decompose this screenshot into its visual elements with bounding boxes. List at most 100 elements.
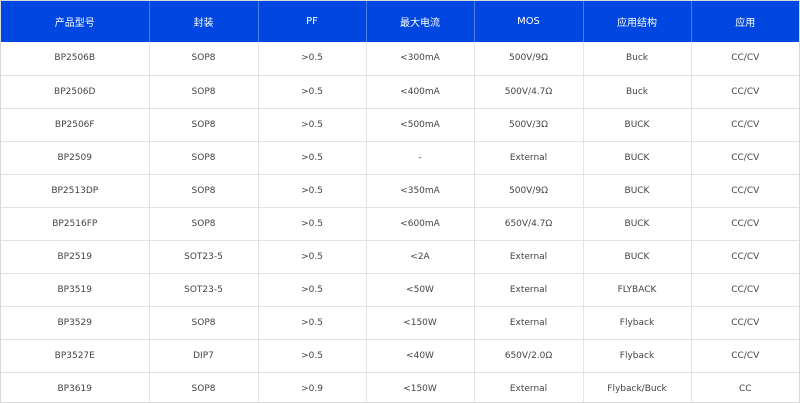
table-row: BP2519 SOT23-5 >0.5 <2A External BUCK CC/CV (1, 240, 799, 274)
table-row: BP2506F SOP8 >0.5 <500mA 500V/3Ω BUCK CC/CV (1, 108, 799, 142)
cell-mos: External (474, 141, 584, 175)
cell-topology: FLYBACK (583, 273, 692, 307)
cell-application: CC/CV (691, 141, 799, 175)
cell-mos: External (474, 372, 584, 402)
header-row: 产品型号 封装 PF 最大电流 MOS 应用结构 应用 (1, 1, 799, 42)
cell-max-current: - (366, 141, 475, 175)
cell-max-current: <400mA (366, 75, 475, 109)
cell-model: BP2513DP (1, 174, 150, 208)
cell-max-current: <600mA (366, 207, 475, 241)
cell-max-current: <2A (366, 240, 475, 274)
cell-pf: >0.5 (258, 141, 367, 175)
spec-table-frame: 产品型号 封装 PF 最大电流 MOS 应用结构 应用 BP2506B SOP8 >… (0, 0, 800, 403)
cell-topology: Buck (583, 75, 692, 109)
cell-pf: >0.5 (258, 42, 367, 76)
cell-pf: >0.5 (258, 75, 367, 109)
cell-topology: BUCK (583, 240, 692, 274)
cell-application: CC (691, 372, 799, 402)
cell-model: BP2509 (1, 141, 150, 175)
cell-topology: Flyback (583, 306, 692, 340)
cell-topology: BUCK (583, 207, 692, 241)
cell-pf: >0.5 (258, 240, 367, 274)
table-header: 产品型号 封装 PF 最大电流 MOS 应用结构 应用 (1, 1, 799, 42)
table-row: BP2506B SOP8 >0.5 <300mA 500V/9Ω Buck CC/CV (1, 42, 799, 76)
cell-pf: >0.5 (258, 174, 367, 208)
cell-application: CC/CV (691, 339, 799, 373)
cell-package: DIP7 (149, 339, 259, 373)
cell-topology: BUCK (583, 174, 692, 208)
cell-model: BP3529 (1, 306, 150, 340)
product-spec-table: 产品型号 封装 PF 最大电流 MOS 应用结构 应用 BP2506B SOP8 >… (1, 1, 799, 402)
cell-topology: Flyback (583, 339, 692, 373)
header-topology: 应用结构 (583, 1, 692, 42)
cell-application: CC/CV (691, 174, 799, 208)
cell-package: SOP8 (149, 174, 259, 208)
cell-topology: BUCK (583, 108, 692, 142)
cell-pf: >0.9 (258, 372, 367, 402)
cell-application: CC/CV (691, 42, 799, 76)
cell-package: SOP8 (149, 372, 259, 402)
cell-package: SOP8 (149, 141, 259, 175)
cell-max-current: <50W (366, 273, 475, 307)
cell-max-current: <150W (366, 372, 475, 402)
cell-mos: 500V/3Ω (474, 108, 584, 142)
cell-topology: Buck (583, 42, 692, 76)
cell-mos: 650V/2.0Ω (474, 339, 584, 373)
cell-max-current: <40W (366, 339, 475, 373)
cell-package: SOP8 (149, 42, 259, 76)
cell-application: CC/CV (691, 273, 799, 307)
cell-package: SOP8 (149, 306, 259, 340)
cell-mos: External (474, 306, 584, 340)
cell-application: CC/CV (691, 306, 799, 340)
header-mos: MOS (474, 1, 584, 42)
cell-package: SOP8 (149, 207, 259, 241)
cell-pf: >0.5 (258, 207, 367, 241)
cell-model: BP2506D (1, 75, 150, 109)
cell-application: CC/CV (691, 75, 799, 109)
cell-model: BP3519 (1, 273, 150, 307)
cell-max-current: <150W (366, 306, 475, 340)
cell-application: CC/CV (691, 108, 799, 142)
cell-application: CC/CV (691, 240, 799, 274)
cell-pf: >0.5 (258, 273, 367, 307)
cell-mos: 500V/9Ω (474, 42, 584, 76)
header-pf: PF (258, 1, 367, 42)
cell-pf: >0.5 (258, 339, 367, 373)
table-row: BP3619 SOP8 >0.9 <150W External Flyback/Buck C… (1, 372, 799, 402)
cell-model: BP2516FP (1, 207, 150, 241)
cell-mos: 500V/4.7Ω (474, 75, 584, 109)
cell-mos: 500V/9Ω (474, 174, 584, 208)
cell-package: SOT23-5 (149, 240, 259, 274)
header-model: 产品型号 (1, 1, 150, 42)
cell-model: BP2506B (1, 42, 150, 76)
table-row: BP3519 SOT23-5 >0.5 <50W External FLYBACK CC/C… (1, 273, 799, 307)
table-row: BP3527E DIP7 >0.5 <40W 650V/2.0Ω Flyback CC/CV (1, 339, 799, 373)
header-package: 封装 (149, 1, 259, 42)
cell-model: BP3619 (1, 372, 150, 402)
table-row: BP2513DP SOP8 >0.5 <350mA 500V/9Ω BUCK CC/CV (1, 174, 799, 208)
cell-package: SOP8 (149, 75, 259, 109)
cell-model: BP3527E (1, 339, 150, 373)
cell-model: BP2506F (1, 108, 150, 142)
cell-mos: 650V/4.7Ω (474, 207, 584, 241)
cell-mos: External (474, 273, 584, 307)
cell-application: CC/CV (691, 207, 799, 241)
cell-topology: Flyback/Buck (583, 372, 692, 402)
cell-package: SOT23-5 (149, 273, 259, 307)
cell-model: BP2519 (1, 240, 150, 274)
cell-pf: >0.5 (258, 306, 367, 340)
header-max-current: 最大电流 (366, 1, 475, 42)
table-row: BP3529 SOP8 >0.5 <150W External Flyback CC/CV (1, 306, 799, 340)
cell-topology: BUCK (583, 141, 692, 175)
table-row: BP2506D SOP8 >0.5 <400mA 500V/4.7Ω Buck CC/CV (1, 75, 799, 109)
cell-max-current: <500mA (366, 108, 475, 142)
cell-max-current: <350mA (366, 174, 475, 208)
table-row: BP2516FP SOP8 >0.5 <600mA 650V/4.7Ω BUCK CC/CV (1, 207, 799, 241)
header-application: 应用 (691, 1, 799, 42)
cell-mos: External (474, 240, 584, 274)
cell-pf: >0.5 (258, 108, 367, 142)
cell-max-current: <300mA (366, 42, 475, 76)
table-body: BP2506B SOP8 >0.5 <300mA 500V/9Ω Buck CC/CV BP2… (1, 42, 799, 402)
cell-package: SOP8 (149, 108, 259, 142)
table-row: BP2509 SOP8 >0.5- External BUCK CC/CV (1, 141, 799, 175)
